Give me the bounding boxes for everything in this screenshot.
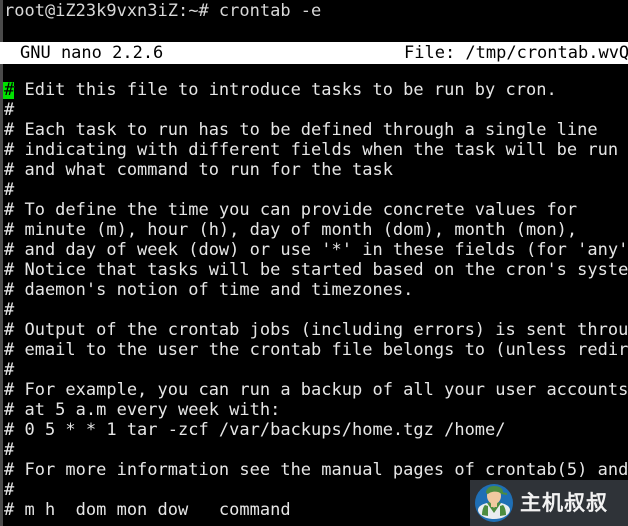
editor-line: # Notice that tasks will be started base… [4, 260, 628, 280]
nano-version-label: GNU nano 2.2.6 [20, 43, 164, 63]
editor-line: # indicating with different fields when … [4, 140, 619, 160]
editor-line: # and what command to run for the task [4, 160, 393, 180]
watermark-badge: 主机叔叔 [470, 480, 628, 526]
cursor-character: # [4, 80, 15, 100]
editor-line: # [4, 180, 15, 200]
editor-line: # 0 5 * * 1 tar -zcf /var/backups/home.t… [4, 420, 506, 440]
terminal-screen: root@iZ23k9vxn3iZ:~# crontab -e GNU nano… [0, 0, 628, 526]
editor-line: # Edit this file to introduce tasks to b… [4, 80, 557, 100]
editor-line: # [4, 440, 15, 460]
editor-line: # To define the time you can provide con… [4, 200, 578, 220]
editor-line: # For example, you can run a backup of a… [4, 380, 628, 400]
editor-line: # [4, 480, 15, 500]
shell-prompt-line: root@iZ23k9vxn3iZ:~# crontab -e [4, 1, 322, 21]
editor-line: # Each task to run has to be defined thr… [4, 120, 598, 140]
watermark-text: 主机叔叔 [520, 491, 608, 515]
editor-line: # [4, 360, 15, 380]
editor-line: # email to the user the crontab file bel… [4, 340, 628, 360]
person-avatar-icon [475, 484, 513, 522]
nano-title-bar: GNU nano 2.2.6 File: /tmp/crontab.wvQ [0, 42, 628, 64]
editor-line: # For more information see the manual pa… [4, 460, 628, 480]
text-cursor: # [3, 80, 15, 100]
editor-line: # Output of the crontab jobs (including … [4, 320, 628, 340]
editor-line: # at 5 a.m every week with: [4, 400, 281, 420]
editor-line: # daemon's notion of time and timezones. [4, 280, 414, 300]
editor-line: # m h dom mon dow command [4, 500, 291, 520]
editor-line: # [4, 300, 15, 320]
nano-file-label: File: /tmp/crontab.wvQ [404, 43, 628, 63]
editor-line: # and day of week (dow) or use '*' in th… [4, 240, 628, 260]
editor-line: # [4, 100, 15, 120]
editor-line: # minute (m), hour (h), day of month (do… [4, 220, 578, 240]
nano-editor-buffer[interactable]: # Edit this file to introduce tasks to b… [0, 80, 628, 526]
